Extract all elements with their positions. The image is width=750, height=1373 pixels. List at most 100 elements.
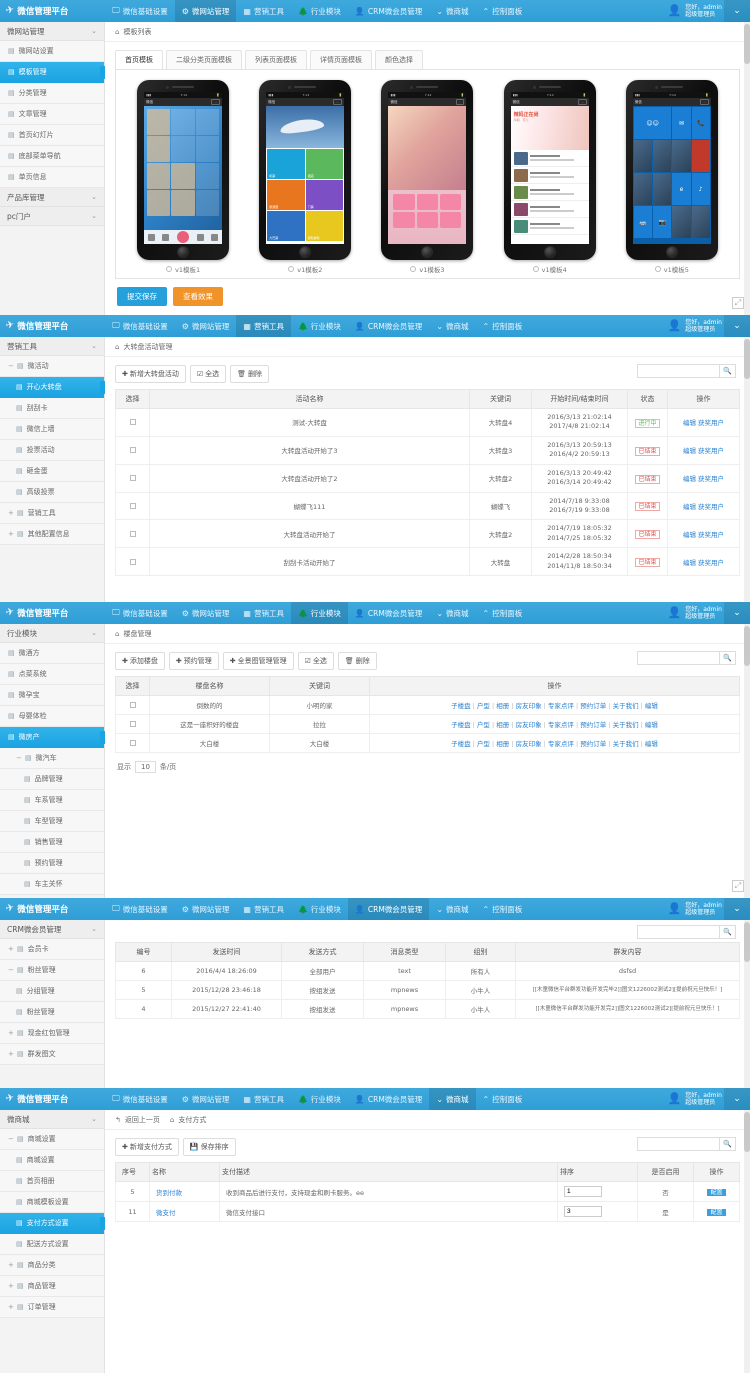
appointment-order-link[interactable]: 预约订单: [580, 740, 606, 748]
sidebar-item-product-mgmt[interactable]: + ▤ 商品管理: [0, 1276, 104, 1297]
table-row[interactable]: 测试-大转盘 大转盘4 2016/3/13 21:02:14 2017/4/8 2…: [115, 408, 740, 437]
sidebar-item-article-mgmt[interactable]: ▤ 文章管理: [0, 104, 104, 125]
scrollbar-thumb[interactable]: [744, 339, 750, 379]
chevron-down-icon[interactable]: ⌄: [724, 0, 750, 22]
edit-link[interactable]: 编辑: [645, 721, 658, 729]
radio-icon[interactable]: [166, 266, 173, 272]
expert-review-link[interactable]: 专家点评: [548, 740, 574, 748]
sidebar-item-marketing-tools[interactable]: + ▤ 营销工具: [0, 503, 104, 524]
sidebar-item-member-card[interactable]: + ▤ 会员卡: [0, 939, 104, 960]
select-all-button[interactable]: ☑ 全选: [297, 652, 334, 670]
add-payment-method-button[interactable]: ✚ 新增支付方式: [115, 1138, 179, 1156]
sidebar-item-other-config[interactable]: + ▤ 其他配置信息: [0, 524, 104, 545]
user-menu[interactable]: 👤 您好，admin 超级管理员: [667, 0, 722, 22]
search-icon[interactable]: 🔍: [719, 1137, 736, 1151]
edit-link[interactable]: 编辑: [683, 531, 696, 539]
row-checkbox-cell[interactable]: [115, 435, 150, 465]
sidebar-item-mass-message[interactable]: + ▤ 群发图文: [0, 1044, 104, 1065]
row-checkbox-cell[interactable]: [115, 463, 150, 493]
sidebar-item-maternity[interactable]: ▤ 微孕宝: [0, 685, 104, 706]
appointment-order-link[interactable]: 预约订单: [580, 702, 606, 710]
expert-review-link[interactable]: 专家点评: [548, 702, 574, 710]
album-link[interactable]: 相册: [496, 721, 509, 729]
sidebar-item-micro-auto[interactable]: − ▤ 微汽车: [0, 748, 104, 769]
app-brand[interactable]: ✈ 微信管理平台: [0, 315, 105, 337]
sidebar-item-home-slideshow[interactable]: ▤ 首页幻灯片: [0, 125, 104, 146]
radio-icon[interactable]: [654, 266, 661, 272]
sidebar-item-baby-checkup[interactable]: ▤ 母婴体检: [0, 706, 104, 727]
panorama-mgmt-button[interactable]: ✚ 全景图管理管理: [222, 652, 294, 670]
winners-link[interactable]: 获奖用户: [698, 531, 724, 539]
delete-button[interactable]: 🗑 删除: [230, 365, 270, 383]
topnav-item-microsite[interactable]: ⚙ 微网站管理: [175, 315, 237, 337]
template-option-4[interactable]: v1模板4: [532, 264, 567, 274]
table-row[interactable]: 这是一座积好的楼盘 拉拉 子楼盘 | 户型 | 相册 | 房友印象 | 专家点评…: [115, 714, 740, 734]
table-row[interactable]: 4 2015/12/27 22:41:40 按组发送 mpnews 小牛人 [[…: [115, 999, 740, 1019]
winners-link[interactable]: 获奖用户: [698, 447, 724, 455]
save-order-button[interactable]: 💾 保存排序: [182, 1138, 236, 1156]
house-type-link[interactable]: 户型: [477, 702, 490, 710]
sidebar-item-advanced-voting[interactable]: ▤ 高级投票: [0, 482, 104, 503]
sidebar-item-real-estate[interactable]: ▤ 微房产: [0, 727, 108, 748]
topnav-item-crm[interactable]: 👤 CRM微会员管理: [348, 602, 429, 624]
table-row[interactable]: 5 2015/12/28 23:46:18 按组发送 mpnews 小牛人 [[…: [115, 980, 740, 1000]
sidebar-item-sales-mgmt[interactable]: ▤ 销售管理: [0, 832, 104, 853]
topnav-item-mall[interactable]: ⌄ 微商城: [429, 898, 475, 920]
scrollbar-track[interactable]: [744, 22, 750, 315]
page-size-value[interactable]: 10: [135, 761, 156, 773]
topnav-item-crm[interactable]: 👤 CRM微会员管理: [348, 0, 429, 22]
sidebar-item-scratch-card[interactable]: ▤ 刮刮卡: [0, 398, 104, 419]
row-checkbox-cell[interactable]: [115, 547, 150, 577]
preview-button[interactable]: 查看效果: [173, 287, 223, 306]
sidebar-item-mall-settings-sub[interactable]: ▤ 商城设置: [0, 1150, 104, 1171]
sidebar-item-payment-settings[interactable]: ▤ 支付方式设置: [0, 1213, 108, 1234]
topnav-item-mall[interactable]: ⌄ 微商城: [429, 602, 475, 624]
sidebar-item-roulette[interactable]: ▤ 开心大转盘: [0, 377, 108, 398]
chevron-down-icon[interactable]: ⌄: [724, 898, 750, 920]
table-row[interactable]: 大转盘活动开始了3 大转盘3 2016/3/13 20:59:13 2016/4/…: [115, 435, 740, 465]
payment-name-link[interactable]: 货到付款: [156, 1189, 182, 1197]
checkbox-icon[interactable]: [129, 447, 136, 454]
topnav-item-marketing[interactable]: ▦ 营销工具: [236, 898, 291, 920]
winners-link[interactable]: 获奖用户: [698, 503, 724, 511]
search-icon[interactable]: 🔍: [719, 364, 736, 378]
radio-icon[interactable]: [288, 266, 295, 272]
checkbox-icon[interactable]: [129, 502, 136, 509]
appointment-mgmt-button[interactable]: ✚ 预约管理: [168, 652, 219, 670]
topnav-item-microsite[interactable]: ⚙ 微网站管理: [175, 1088, 237, 1110]
chevron-down-icon[interactable]: ⌄: [724, 602, 750, 624]
sidebar-item-micro-restaurant[interactable]: ▤ 微酒方: [0, 643, 104, 664]
edit-link[interactable]: 编辑: [683, 419, 696, 427]
checkbox-icon[interactable]: [129, 530, 136, 537]
scrollbar-thumb[interactable]: [744, 922, 750, 962]
app-brand[interactable]: ✈ 微信管理平台: [0, 1088, 105, 1110]
tab-home-template[interactable]: 首页模板: [115, 50, 163, 69]
sidebar-item-series-mgmt[interactable]: ▤ 车系管理: [0, 790, 104, 811]
search-input[interactable]: [637, 925, 719, 939]
checkbox-icon[interactable]: [129, 740, 136, 746]
table-row[interactable]: 刮刮卡活动开始了 大转盘 2014/2/28 18:50:34 2014/11/8…: [115, 547, 740, 577]
topnav-item-mall[interactable]: ⌄ 微商城: [429, 1088, 476, 1110]
topnav-item-marketing[interactable]: ▦ 营销工具: [236, 0, 291, 22]
resize-handle-icon[interactable]: ⤢: [732, 297, 744, 309]
sub-building-link[interactable]: 子楼盘: [451, 740, 471, 748]
row-checkbox-cell[interactable]: [115, 714, 150, 734]
template-option-5[interactable]: v1模板5: [654, 264, 689, 274]
sidebar-title[interactable]: 微网站管理 ⌄: [0, 22, 104, 41]
winners-link[interactable]: 获奖用户: [698, 419, 724, 427]
topnav-item-dashboard[interactable]: ⌃ 控制面板: [476, 1088, 530, 1110]
configure-link[interactable]: 配置: [707, 1189, 726, 1196]
search-input[interactable]: [637, 1137, 719, 1151]
template-card-5[interactable]: ▮▮▮ 7:14 🔋 微信 ··· ☺☺ ✉ 📞 e ♪ 🚌 📷 v1模板5: [619, 80, 724, 274]
radio-icon[interactable]: [532, 266, 539, 272]
template-option-3[interactable]: v1模板3: [410, 264, 445, 274]
sidebar-item-template-mgmt[interactable]: ▤ 模板管理: [0, 62, 108, 83]
topnav-item-mall[interactable]: ⌄ 微商城: [429, 315, 475, 337]
cell-order[interactable]: [557, 1201, 638, 1222]
sidebar-item-appointment-mgmt[interactable]: ▤ 预约管理: [0, 853, 104, 874]
scrollbar-thumb[interactable]: [744, 24, 750, 64]
scrollbar-thumb[interactable]: [744, 1112, 750, 1152]
impression-link[interactable]: 房友印象: [516, 740, 542, 748]
template-card-3[interactable]: ▮▮▮ 7:14 🔋 微信 ··· v1模板3: [375, 80, 480, 274]
search-input[interactable]: [637, 651, 719, 665]
